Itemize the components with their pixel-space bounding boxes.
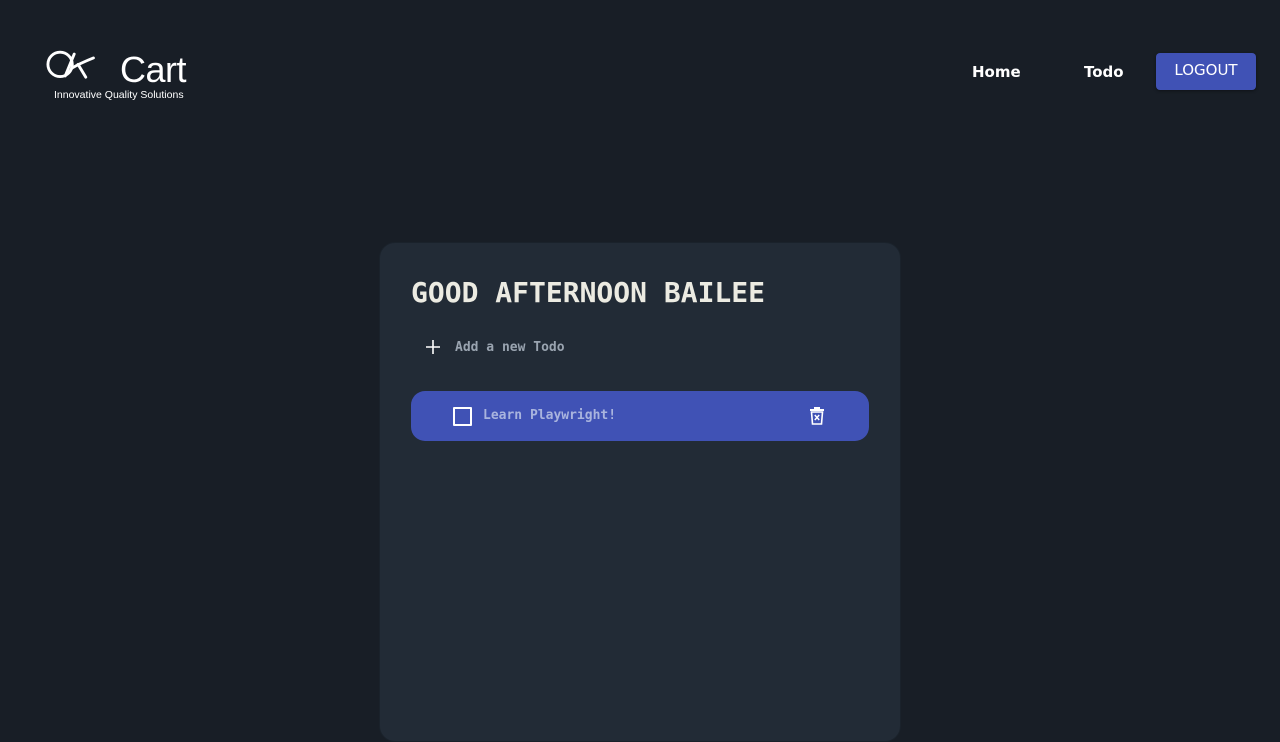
nav-todo-link[interactable]: Todo [1084, 63, 1124, 81]
trash-icon[interactable] [809, 407, 825, 425]
nav-home-link[interactable]: Home [972, 63, 1021, 81]
header: Cart Innovative Quality Solutions Home T… [0, 0, 1280, 140]
todo-card: GOOD AFTERNOON BAILEE Learn Playwright! [379, 242, 901, 742]
todo-item-text: Learn Playwright! [483, 408, 617, 423]
logo[interactable]: Cart Innovative Quality Solutions [46, 40, 196, 104]
logout-button[interactable]: LOGOUT [1156, 53, 1256, 90]
plus-icon[interactable] [420, 334, 446, 360]
logo-tagline: Innovative Quality Solutions [54, 89, 184, 101]
new-todo-input[interactable] [455, 339, 835, 355]
add-todo-row [420, 331, 835, 363]
logo-brand-text: Cart [120, 49, 187, 90]
greeting-heading: GOOD AFTERNOON BAILEE [411, 276, 766, 309]
todo-item: Learn Playwright! [411, 391, 869, 441]
qk-logo-mark [46, 50, 95, 79]
todo-checkbox[interactable] [453, 407, 472, 426]
